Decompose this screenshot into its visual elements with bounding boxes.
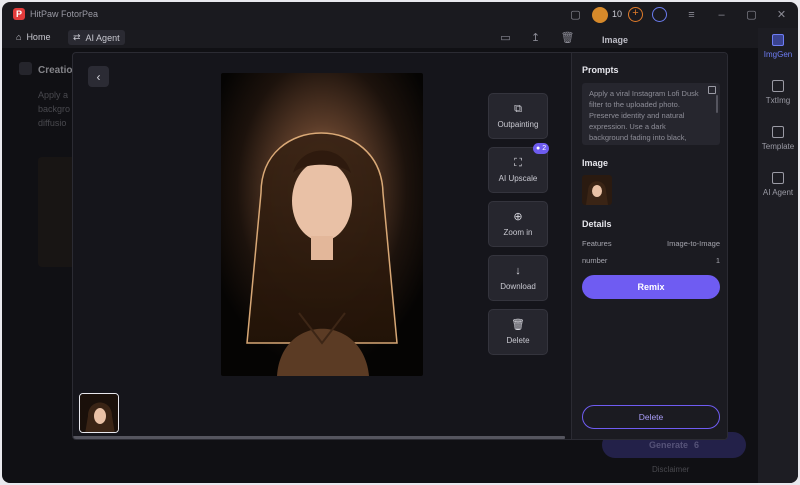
copy-icon[interactable] (708, 86, 716, 94)
remix-button[interactable]: Remix (582, 275, 720, 299)
info-panel: Prompts Apply a viral Instagram Lofi Dus… (571, 53, 727, 439)
side-panel-label: Image (602, 35, 629, 45)
thumbnail-scrollbar[interactable] (73, 436, 565, 439)
avatar[interactable] (652, 7, 667, 22)
close-icon[interactable]: ✕ (774, 7, 789, 22)
rail-item-template[interactable]: Template (758, 126, 798, 151)
chevron-left-icon: ‹ (96, 69, 101, 84)
prompt-text-box: Apply a viral Instagram Lofi Dusk filter… (582, 83, 720, 145)
image-icon (772, 34, 784, 46)
delete-button[interactable]: Delete (582, 405, 720, 429)
upload-icon[interactable]: ↥ (528, 30, 543, 45)
detail-value: 1 (715, 256, 720, 265)
template-icon (772, 126, 784, 138)
credit-count: 10 (612, 9, 623, 19)
scrollbar-thumb[interactable] (73, 436, 565, 439)
upscale-icon: ⛶ (514, 156, 522, 169)
app-window: P HitPaw FotorPea ▢ 10 + ≡ – ▢ ✕ ⌂ Home … (2, 2, 798, 483)
prompt-text: Apply a viral Instagram Lofi Dusk filter… (589, 89, 701, 145)
image-preview-modal: ‹ ⧉ Outpainting ⛶ AI Upscale ● 2 ⊕ Zoom … (72, 52, 728, 440)
back-button[interactable]: ‹ (88, 66, 109, 87)
download-icon: ↓ (515, 264, 521, 277)
detail-key: Features (582, 239, 612, 248)
app-name: HitPaw FotorPea (30, 9, 99, 19)
source-image (582, 175, 612, 205)
credit-coin-icon (592, 7, 608, 23)
rail-item-imggen[interactable]: ImgGen (758, 34, 798, 59)
thumbnail-selected[interactable] (79, 393, 119, 433)
detail-row-number: number 1 (582, 256, 720, 265)
nav-home-label: Home (26, 32, 51, 42)
details-title: Details (582, 219, 612, 229)
app-logo-icon: P (13, 8, 25, 20)
text-image-icon (772, 80, 784, 92)
maximize-icon[interactable]: ▢ (744, 7, 759, 22)
add-credits-icon[interactable]: + (628, 7, 643, 22)
zoom-in-button[interactable]: ⊕ Zoom in (488, 201, 548, 247)
swap-icon: ⇄ (73, 32, 81, 42)
tool-label: Outpainting (497, 119, 539, 129)
rail-item-label: TxtImg (765, 96, 791, 105)
detail-row-features: Features Image-to-Image (582, 239, 720, 248)
rail-item-label: ImgGen (763, 50, 793, 59)
book-icon[interactable]: ▭ (498, 30, 513, 45)
tool-label: Delete (506, 335, 530, 345)
nav-ai-agent[interactable]: ⇄ AI Agent (68, 30, 125, 45)
outpainting-button[interactable]: ⧉ Outpainting (488, 93, 548, 139)
upscale-credit-badge: ● 2 (533, 143, 550, 154)
detail-value: Image-to-Image (667, 239, 720, 248)
prompts-title: Prompts (582, 65, 619, 75)
prompt-scrollbar[interactable] (716, 95, 718, 113)
message-icon[interactable]: ▢ (568, 7, 583, 22)
rail-item-label: Template (761, 142, 795, 151)
nav-bar: ⌂ Home ⇄ AI Agent ▭ ↥ 🗑 (2, 28, 798, 48)
tool-label: Download (500, 281, 536, 291)
title-bar: P HitPaw FotorPea ▢ 10 + ≡ – ▢ ✕ (2, 2, 798, 28)
rail-item-txtimg[interactable]: TxtImg (758, 80, 798, 105)
agent-icon (772, 172, 784, 184)
zoom-in-icon: ⊕ (513, 210, 523, 223)
right-rail: ImgGen TxtImg Template AI Agent (758, 28, 798, 483)
badge-count: 2 (542, 145, 547, 152)
delete-tool-button[interactable]: 🗑 Delete (488, 309, 548, 355)
trash-icon: 🗑 (511, 318, 525, 331)
rail-item-ai-agent[interactable]: AI Agent (758, 172, 798, 197)
rail-item-label: AI Agent (762, 188, 794, 197)
home-icon: ⌂ (16, 32, 22, 42)
minimize-icon[interactable]: – (714, 7, 729, 22)
source-image-thumbnail (582, 175, 612, 205)
nav-ai-agent-label: AI Agent (85, 32, 120, 43)
trash-icon[interactable]: 🗑 (560, 30, 575, 45)
nav-home[interactable]: ⌂ Home (11, 30, 55, 44)
tool-label: AI Upscale (498, 173, 538, 183)
portrait-image (221, 73, 423, 376)
thumbnail-image (80, 394, 118, 432)
image-title: Image (582, 158, 609, 168)
detail-key: number (582, 256, 608, 265)
menu-icon[interactable]: ≡ (684, 7, 699, 22)
preview-photo (221, 73, 423, 376)
tool-label: Zoom in (503, 227, 533, 237)
badge-coin-icon: ● (536, 145, 541, 152)
outpainting-icon: ⧉ (514, 102, 522, 115)
download-button[interactable]: ↓ Download (488, 255, 548, 301)
